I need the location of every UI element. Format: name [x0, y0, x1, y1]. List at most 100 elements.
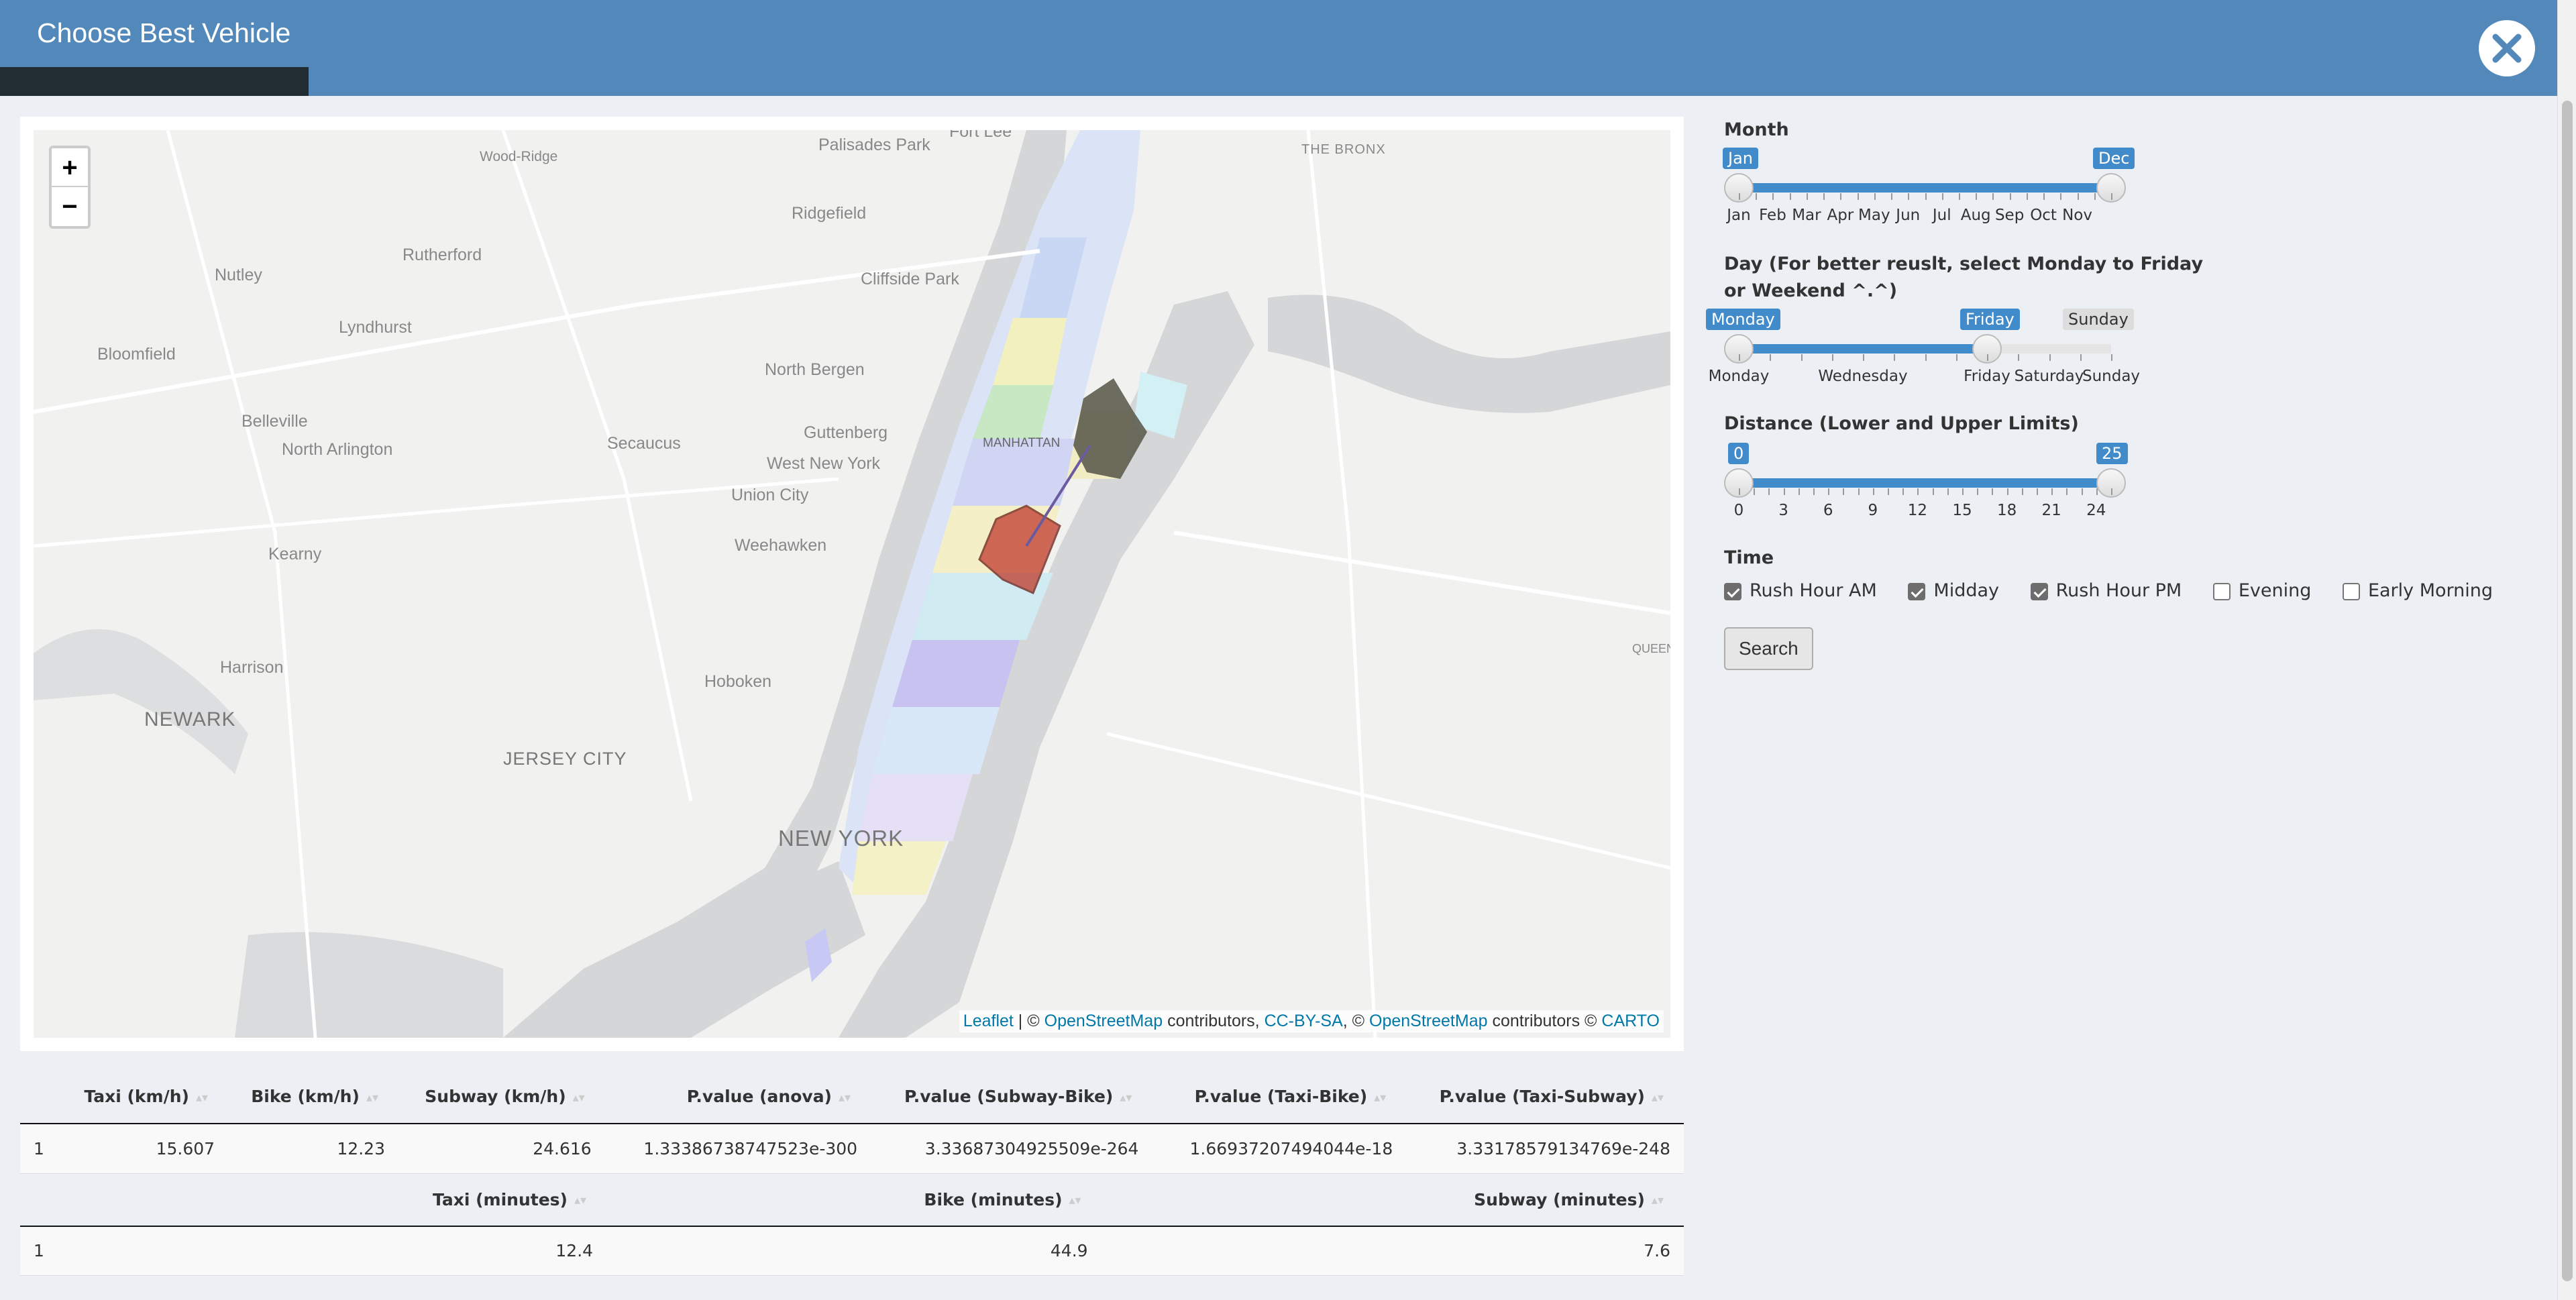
time-option-rush-hour-am[interactable]: Rush Hour AM	[1724, 580, 1877, 601]
checkbox[interactable]	[2342, 582, 2360, 600]
slider-tick-mark	[2111, 488, 2112, 495]
time-option-early-morning[interactable]: Early Morning	[2342, 580, 2493, 601]
column-header[interactable]: P.value (Taxi-Bike) ▴▾	[1152, 1070, 1407, 1124]
slider-tick-mark	[1739, 488, 1740, 495]
slider-tick-mark	[1789, 193, 1791, 200]
sort-icon[interactable]: ▴▾	[196, 1091, 208, 1105]
slider-tick-mark	[2018, 354, 2020, 361]
column-header[interactable]: Taxi (minutes) ▴▾	[121, 1173, 607, 1227]
month-slider-range[interactable]	[1739, 183, 2111, 193]
column-header[interactable]: P.value (anova) ▴▾	[604, 1070, 871, 1124]
map-label-rutherford: Rutherford	[402, 246, 482, 264]
slider-tick-label: Jul	[1932, 207, 1951, 224]
checkbox[interactable]	[2030, 582, 2048, 600]
sort-icon[interactable]: ▴▾	[1374, 1091, 1386, 1105]
slider-tick-mark	[1863, 354, 1864, 361]
close-button[interactable]	[2479, 20, 2535, 76]
map-label-north-bergen: North Bergen	[765, 360, 865, 379]
column-header[interactable]: Subway (minutes) ▴▾	[1101, 1173, 1684, 1227]
carto-link[interactable]: CARTO	[1601, 1012, 1660, 1030]
page-scrollbar[interactable]	[2557, 0, 2576, 1300]
table-cell: 3.33687304925509e-264	[871, 1124, 1152, 1174]
leaflet-map[interactable]: + − Fort Lee Palisades Park THE BRONX Wo…	[34, 130, 1670, 1038]
sort-icon[interactable]: ▴▾	[1069, 1193, 1081, 1207]
slider-tick-mark	[1932, 488, 1934, 495]
column-header[interactable]: P.value (Taxi-Subway) ▴▾	[1406, 1070, 1684, 1124]
slider-tick-label: Sunday	[2082, 368, 2141, 385]
column-header[interactable]: Taxi (km/h) ▴▾	[61, 1070, 229, 1124]
leaflet-link[interactable]: Leaflet	[963, 1012, 1014, 1030]
checkbox[interactable]	[1908, 582, 1926, 600]
table-cell: 1.66937207494044e-18	[1152, 1124, 1407, 1174]
slider-tick-mark	[2111, 193, 2112, 200]
day-slider-range[interactable]	[1739, 344, 1987, 354]
slider-tick-mark	[1908, 193, 1910, 200]
time-option-rush-hour-pm[interactable]: Rush Hour PM	[2030, 580, 2182, 601]
column-header[interactable]: Bike (minutes) ▴▾	[606, 1173, 1102, 1227]
openstreetmap-link[interactable]: OpenStreetMap	[1044, 1012, 1163, 1030]
slider-tick-mark	[1976, 193, 1978, 200]
sort-icon[interactable]: ▴▾	[1652, 1193, 1664, 1207]
slider-tick-label: 0	[1733, 502, 1744, 519]
slider-tick-mark	[2037, 488, 2038, 495]
zoom-out-button[interactable]: −	[52, 187, 88, 226]
table-row[interactable]: 1 15.607 12.23 24.616 1.33386738747523e-300 3…	[20, 1124, 1684, 1174]
checkbox[interactable]	[1724, 582, 1741, 600]
time-option-midday[interactable]: Midday	[1908, 580, 1999, 601]
table-cell: 1.33386738747523e-300	[604, 1124, 871, 1174]
map-label-the-bronx: THE BRONX	[1301, 142, 1386, 157]
cc-by-sa-link[interactable]: CC-BY-SA	[1265, 1012, 1343, 1030]
sort-icon[interactable]: ▴▾	[1120, 1091, 1132, 1105]
map-label-ridgefield: Ridgefield	[792, 204, 867, 223]
slider-tick-label: 24	[2086, 502, 2106, 519]
openstreetmap-link-2[interactable]: OpenStreetMap	[1369, 1012, 1488, 1030]
map-label-manhattan: MANHATTAN	[983, 436, 1061, 450]
table-cell: 24.616	[398, 1124, 605, 1174]
slider-tick-mark	[2081, 488, 2083, 495]
slider-tick-mark	[1955, 354, 1957, 361]
slider-tick-mark	[2049, 354, 2051, 361]
slider-tick-mark	[1992, 488, 1994, 495]
search-button[interactable]: Search	[1724, 627, 1813, 670]
map-label-new-york: NEW YORK	[778, 826, 904, 851]
column-header[interactable]: P.value (Subway-Bike) ▴▾	[871, 1070, 1152, 1124]
column-header[interactable]: Bike (km/h) ▴▾	[228, 1070, 398, 1124]
checkbox-label: Early Morning	[2367, 580, 2493, 601]
table-header-row: Taxi (minutes) ▴▾ Bike (minutes) ▴▾ Subway (…	[20, 1173, 1684, 1227]
slider-tick-label: 9	[1868, 502, 1878, 519]
sort-icon[interactable]: ▴▾	[573, 1091, 585, 1105]
distance-slider-range[interactable]	[1739, 478, 2111, 488]
slider-tick-mark	[1831, 354, 1833, 361]
checkbox[interactable]	[2212, 582, 2231, 600]
slider-tick-label: 12	[1907, 502, 1928, 519]
sort-icon[interactable]: ▴▾	[574, 1193, 586, 1207]
column-header[interactable]: Subway (km/h) ▴▾	[398, 1070, 605, 1124]
time-label: Time	[1724, 547, 1774, 568]
table-row[interactable]: 1 12.4 44.9 7.6	[20, 1226, 1684, 1276]
attribution-text: | ©	[1013, 1012, 1044, 1030]
attribution-text: contributors ©	[1487, 1012, 1602, 1030]
app-title: Choose Best Vehicle	[37, 17, 291, 48]
column-header-label: P.value (Taxi-Subway)	[1439, 1087, 1645, 1106]
zoom-control: + −	[49, 146, 91, 229]
day-label-line-1: Day (For better reuslt, select Monday to…	[1724, 254, 2204, 274]
column-header-label: Bike (km/h)	[251, 1087, 360, 1106]
time-option-evening[interactable]: Evening	[2212, 580, 2311, 601]
row-index-header[interactable]	[20, 1070, 62, 1124]
zoom-in-button[interactable]: +	[52, 148, 88, 187]
sort-icon[interactable]: ▴▾	[366, 1091, 378, 1105]
slider-tick-label: 21	[2041, 502, 2061, 519]
scrollbar-thumb[interactable]	[2562, 101, 2573, 1281]
slider-tick-mark	[1941, 193, 1943, 200]
sort-icon[interactable]: ▴▾	[839, 1091, 851, 1105]
slider-tick-mark	[1925, 193, 1927, 200]
sort-icon[interactable]: ▴▾	[1652, 1091, 1664, 1105]
map-label-belleville: Belleville	[241, 412, 308, 431]
sidebar-toggle-bar[interactable]	[0, 67, 309, 96]
day-label-line-2: or Weekend ^.^)	[1724, 280, 1898, 301]
row-index-header[interactable]	[20, 1173, 121, 1227]
distance-from-value: 0	[1728, 443, 1750, 464]
slider-tick-mark	[2077, 193, 2079, 200]
slider-tick-mark	[2094, 193, 2096, 200]
time-checkbox-group: Rush Hour AM Midday Rush Hour PM Evening…	[1724, 580, 2518, 601]
